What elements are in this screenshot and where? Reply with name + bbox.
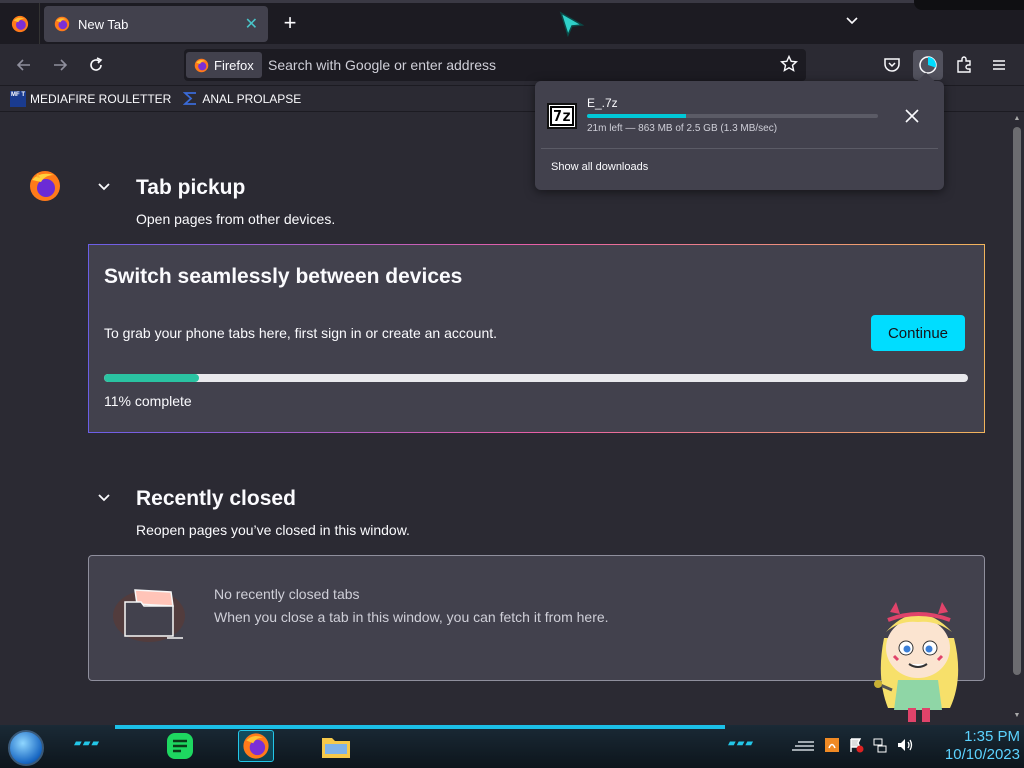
reload-button[interactable]	[83, 52, 109, 78]
page-scrollbar[interactable]: ▲ ▼	[1010, 113, 1024, 725]
scrollbar-thumb[interactable]	[1013, 127, 1021, 675]
download-filename[interactable]: E_.7z	[587, 96, 618, 110]
empty-folder-illustration-icon	[111, 584, 191, 651]
firefox-icon	[243, 733, 269, 759]
reload-icon	[90, 57, 103, 71]
hamburger-menu-icon	[993, 60, 1005, 70]
pocket-icon	[884, 58, 900, 72]
7z-file-icon: 7z	[547, 103, 577, 129]
firefox-icon	[11, 15, 28, 32]
taskbar-decoration: ▰▰▰	[728, 738, 755, 749]
folder-icon	[322, 738, 350, 758]
firefox-icon	[54, 16, 70, 32]
firefox-logo-icon	[28, 169, 62, 208]
star-icon	[779, 54, 799, 72]
recently-closed-heading: Recently closed	[136, 487, 296, 510]
recently-closed-empty-card: No recently closed tabs When you close a…	[88, 555, 985, 681]
bookmark-star-button[interactable]	[779, 54, 799, 78]
scroll-down-arrow-icon[interactable]: ▼	[1013, 712, 1021, 719]
download-progress-bar	[587, 114, 878, 118]
chevron-down-icon	[98, 183, 110, 191]
divider	[541, 148, 938, 149]
bookmark-mediafire-rouletter[interactable]: MF T MEDIAFIRE ROULETTER	[10, 90, 172, 107]
bookmark-label: ANAL PROLAPSE	[202, 91, 302, 106]
network-icon[interactable]	[872, 737, 888, 753]
empty-state-message: When you close a tab in this window, you…	[214, 609, 609, 625]
notes-app-icon	[167, 733, 193, 759]
tab-pickup-subtitle: Open pages from other devices.	[136, 211, 336, 227]
bookmark-anal-prolapse[interactable]: ANAL PROLAPSE	[183, 91, 301, 106]
new-tab-button[interactable]: +	[280, 11, 300, 35]
list-all-tabs-button[interactable]	[844, 13, 860, 34]
volume-icon[interactable]	[896, 737, 914, 753]
downloads-panel: 7z E_.7z 21m left — 863 MB of 2.5 GB (1.…	[535, 72, 944, 190]
system-tray	[790, 737, 914, 753]
bookmark-label: MEDIAFIRE ROULETTER	[30, 91, 172, 106]
os-taskbar: ▰▰▰ ▰▰▰ 1:35 PM 10/10/2023	[0, 725, 1024, 768]
cancel-download-button[interactable]	[905, 107, 919, 128]
taskbar-decoration: ▰▰▰	[74, 738, 101, 749]
show-desktop-icon[interactable]	[790, 738, 816, 752]
download-status: 21m left — 863 MB of 2.5 GB (1.3 MB/sec)	[587, 123, 778, 134]
close-tab-icon[interactable]: ✕	[245, 14, 258, 34]
navigation-toolbar: Firefox Search with Google or enter addr…	[0, 44, 1024, 86]
chevron-down-icon	[98, 494, 110, 502]
collapse-tab-pickup-button[interactable]	[96, 179, 112, 200]
setup-progress-label: 11% complete	[104, 393, 192, 409]
cursor-icon	[558, 11, 585, 42]
sync-card-message: To grab your phone tabs here, first sign…	[104, 325, 498, 341]
collapse-recently-closed-button[interactable]	[96, 490, 112, 511]
recently-closed-subtitle: Reopen pages you’ve closed in this windo…	[136, 522, 410, 538]
start-button[interactable]	[8, 730, 44, 766]
identity-box[interactable]: Firefox	[186, 52, 262, 78]
setup-progress-bar	[104, 374, 968, 382]
back-button[interactable]	[11, 52, 37, 78]
continue-button[interactable]: Continue	[871, 315, 965, 351]
tab-title: New Tab	[78, 16, 129, 32]
chevron-down-icon	[846, 17, 858, 25]
taskbar-app-firefox[interactable]	[238, 730, 274, 762]
taskbar-app-file-explorer[interactable]	[318, 730, 354, 762]
download-progress-icon	[919, 56, 937, 74]
sync-setup-card: Switch seamlessly between devices To gra…	[88, 244, 985, 433]
taskbar-accent-line	[115, 725, 725, 729]
pocket-button[interactable]	[879, 52, 905, 78]
firefox-view-content: Tab pickup Open pages from other devices…	[0, 113, 1010, 725]
extensions-button[interactable]	[951, 52, 977, 78]
setup-progress-fill	[104, 374, 200, 382]
identity-label: Firefox	[214, 57, 254, 73]
empty-state-title: No recently closed tabs	[214, 586, 360, 602]
system-clock[interactable]: 1:35 PM 10/10/2023	[930, 728, 1020, 764]
app-menu-button[interactable]	[986, 52, 1012, 78]
show-all-downloads-link[interactable]: Show all downloads	[551, 161, 648, 173]
close-icon	[905, 109, 919, 123]
arrow-left-icon	[16, 59, 30, 71]
url-input-placeholder[interactable]: Search with Google or enter address	[268, 57, 496, 73]
clock-time: 1:35 PM	[964, 728, 1020, 745]
scroll-up-arrow-icon[interactable]: ▲	[1013, 115, 1021, 122]
firefox-view-button[interactable]	[0, 3, 40, 44]
forward-button[interactable]	[47, 52, 73, 78]
download-progress-fill	[587, 114, 686, 118]
tab-new-tab[interactable]: New Tab ✕	[44, 6, 268, 42]
firefox-icon	[194, 58, 209, 72]
arrow-right-icon	[54, 59, 68, 71]
window-edge-decoration	[914, 0, 1024, 10]
mediafire-icon: MF T	[10, 90, 26, 107]
puzzle-icon	[957, 56, 971, 73]
java-update-icon[interactable]	[824, 737, 840, 753]
cartoon-character-sticker	[866, 598, 970, 729]
sync-card-title: Switch seamlessly between devices	[104, 265, 463, 288]
tab-pickup-heading: Tab pickup	[136, 176, 246, 199]
taskbar-app-notes[interactable]	[162, 730, 198, 762]
sigma-icon	[183, 92, 197, 105]
clock-date: 10/10/2023	[944, 746, 1020, 763]
action-center-flag-icon[interactable]	[848, 737, 864, 753]
tab-strip: New Tab ✕ +	[0, 0, 1024, 44]
url-bar[interactable]: Firefox Search with Google or enter addr…	[184, 49, 806, 81]
